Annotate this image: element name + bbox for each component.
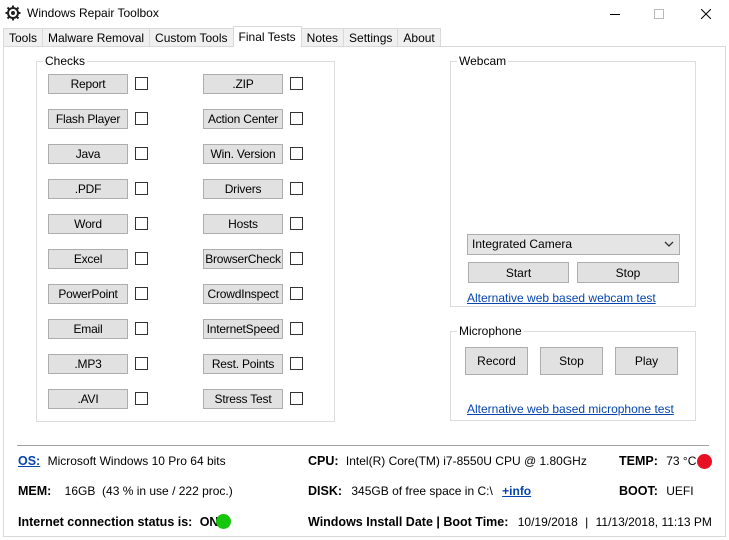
webcam-alt-link[interactable]: Alternative web based webcam test bbox=[467, 291, 656, 305]
boot-time: 11/13/2018, 11:13 PM bbox=[595, 515, 712, 529]
cpu-value: Intel(R) Core(TM) i7-8550U CPU @ 1.80GHz bbox=[345, 454, 587, 468]
check-zip-button[interactable]: .ZIP bbox=[203, 74, 283, 94]
chevron-down-icon bbox=[664, 241, 674, 247]
gear-icon bbox=[5, 5, 21, 21]
maximize-button[interactable] bbox=[636, 0, 682, 28]
internet-label: Internet connection status is: bbox=[18, 515, 193, 529]
play-button[interactable]: Play bbox=[615, 347, 678, 375]
tab-strip: Tools Malware Removal Custom Tools Final Te… bbox=[3, 26, 441, 47]
record-button[interactable]: Record bbox=[465, 347, 528, 375]
disk-info: DISK: 345GB of free space in C:\ +info bbox=[308, 484, 531, 498]
info-separator bbox=[17, 445, 709, 446]
microphone-stop-button[interactable]: Stop bbox=[540, 347, 603, 375]
webcam-title: Webcam bbox=[457, 54, 509, 68]
check-browsercheck-checkbox[interactable] bbox=[290, 252, 303, 265]
tab-settings[interactable]: Settings bbox=[343, 28, 399, 47]
mem-label: MEM: bbox=[18, 484, 52, 498]
internet-status-indicator bbox=[216, 514, 231, 529]
temp-info: TEMP: 73 °C bbox=[619, 454, 696, 468]
check-pdf-button[interactable]: .PDF bbox=[48, 179, 128, 199]
check-drivers-checkbox[interactable] bbox=[290, 182, 303, 195]
boot-label: BOOT: bbox=[619, 484, 658, 498]
disk-label: DISK: bbox=[308, 484, 343, 498]
checks-title: Checks bbox=[43, 54, 88, 68]
check-flash-player-checkbox[interactable] bbox=[135, 112, 148, 125]
temp-value: 73 °C bbox=[666, 454, 697, 468]
check-email-checkbox[interactable] bbox=[135, 322, 148, 335]
check-report-checkbox[interactable] bbox=[135, 77, 148, 90]
check-hosts-checkbox[interactable] bbox=[290, 217, 303, 230]
os-link[interactable]: OS: bbox=[18, 454, 40, 468]
title-bar: Windows Repair Toolbox bbox=[0, 0, 729, 28]
cpu-label: CPU: bbox=[308, 454, 339, 468]
check-zip-checkbox[interactable] bbox=[290, 77, 303, 90]
os-value: Microsoft Windows 10 Pro 64 bits bbox=[47, 454, 226, 468]
check-crowdinspect-button[interactable]: CrowdInspect bbox=[203, 284, 283, 304]
window-title: Windows Repair Toolbox bbox=[27, 6, 159, 20]
tab-about[interactable]: About bbox=[397, 28, 441, 47]
check-java-checkbox[interactable] bbox=[135, 147, 148, 160]
os-info: OS: Microsoft Windows 10 Pro 64 bits bbox=[18, 454, 226, 468]
check-email-button[interactable]: Email bbox=[48, 319, 128, 339]
temp-label: TEMP: bbox=[619, 454, 658, 468]
check-drivers-button[interactable]: Drivers bbox=[203, 179, 283, 199]
check-mp3-button[interactable]: .MP3 bbox=[48, 354, 128, 374]
check-internetspeed-button[interactable]: InternetSpeed bbox=[203, 319, 283, 339]
check-powerpoint-checkbox[interactable] bbox=[135, 287, 148, 300]
check-avi-checkbox[interactable] bbox=[135, 392, 148, 405]
check-action-center-button[interactable]: Action Center bbox=[203, 109, 283, 129]
check-word-button[interactable]: Word bbox=[48, 214, 128, 234]
microphone-alt-link[interactable]: Alternative web based microphone test bbox=[467, 402, 674, 416]
disk-value: 345GB of free space in C:\ bbox=[351, 484, 493, 498]
check-java-button[interactable]: Java bbox=[48, 144, 128, 164]
check-powerpoint-button[interactable]: PowerPoint bbox=[48, 284, 128, 304]
disk-more-info-link[interactable]: +info bbox=[502, 484, 531, 498]
check-action-center-checkbox[interactable] bbox=[290, 112, 303, 125]
tab-final-tests[interactable]: Final Tests bbox=[232, 26, 302, 47]
close-icon bbox=[701, 9, 711, 19]
check-stress-test-checkbox[interactable] bbox=[290, 392, 303, 405]
tab-custom-tools[interactable]: Custom Tools bbox=[149, 28, 234, 47]
check-win-version-checkbox[interactable] bbox=[290, 147, 303, 160]
install-separator: | bbox=[585, 515, 589, 529]
install-label: Windows Install Date | Boot Time: bbox=[308, 515, 509, 529]
check-win-version-button[interactable]: Win. Version bbox=[203, 144, 283, 164]
check-pdf-checkbox[interactable] bbox=[135, 182, 148, 195]
boot-value: UEFI bbox=[666, 484, 694, 498]
tab-tools[interactable]: Tools bbox=[3, 28, 44, 47]
check-excel-button[interactable]: Excel bbox=[48, 249, 128, 269]
close-button[interactable] bbox=[683, 0, 729, 28]
minimize-button[interactable] bbox=[592, 0, 638, 28]
internet-info: Internet connection status is: ON bbox=[18, 515, 218, 529]
mem-value: 16GB (43 % in use / 222 proc.) bbox=[64, 484, 233, 498]
boot-info: BOOT: UEFI bbox=[619, 484, 694, 498]
check-excel-checkbox[interactable] bbox=[135, 252, 148, 265]
check-report-button[interactable]: Report bbox=[48, 74, 128, 94]
tab-malware-removal[interactable]: Malware Removal bbox=[42, 28, 151, 47]
check-rest-points-button[interactable]: Rest. Points bbox=[203, 354, 283, 374]
check-hosts-button[interactable]: Hosts bbox=[203, 214, 283, 234]
webcam-start-button[interactable]: Start bbox=[468, 262, 569, 283]
camera-select-value: Integrated Camera bbox=[472, 237, 573, 251]
check-word-checkbox[interactable] bbox=[135, 217, 148, 230]
check-browsercheck-button[interactable]: BrowserCheck bbox=[203, 249, 283, 269]
maximize-icon bbox=[654, 9, 664, 19]
microphone-title: Microphone bbox=[457, 324, 524, 338]
check-avi-button[interactable]: .AVI bbox=[48, 389, 128, 409]
mem-info: MEM: 16GB (43 % in use / 222 proc.) bbox=[18, 484, 233, 498]
check-stress-test-button[interactable]: Stress Test bbox=[203, 389, 283, 409]
check-rest-points-checkbox[interactable] bbox=[290, 357, 303, 370]
check-flash-player-button[interactable]: Flash Player bbox=[48, 109, 128, 129]
install-info: Windows Install Date | Boot Time: 10/19/… bbox=[308, 515, 712, 529]
tab-notes[interactable]: Notes bbox=[300, 28, 345, 47]
install-date: 10/19/2018 bbox=[517, 515, 578, 529]
check-crowdinspect-checkbox[interactable] bbox=[290, 287, 303, 300]
check-internetspeed-checkbox[interactable] bbox=[290, 322, 303, 335]
check-mp3-checkbox[interactable] bbox=[135, 357, 148, 370]
webcam-stop-button[interactable]: Stop bbox=[577, 262, 679, 283]
minimize-icon bbox=[610, 14, 620, 15]
camera-select[interactable]: Integrated Camera bbox=[467, 234, 680, 255]
cpu-info: CPU: Intel(R) Core(TM) i7-8550U CPU @ 1.… bbox=[308, 454, 587, 468]
temp-status-indicator bbox=[697, 454, 712, 469]
